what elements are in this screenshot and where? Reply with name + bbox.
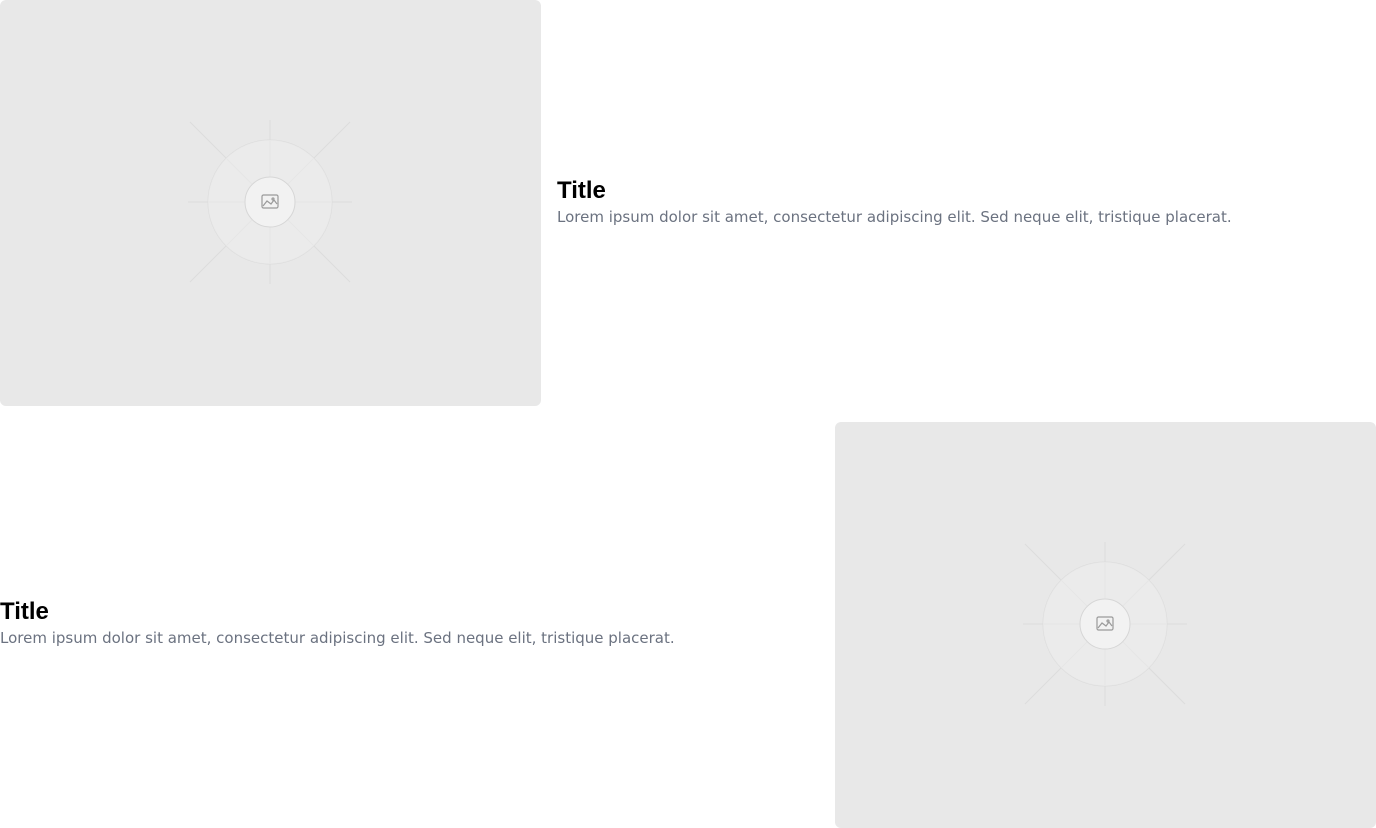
item-title: Title <box>0 598 49 625</box>
item-description: Lorem ipsum dolor sit amet, consectetur … <box>0 629 675 647</box>
item-text: Title Lorem ipsum dolor sit amet, consec… <box>0 597 675 649</box>
item-description: Lorem ipsum dolor sit amet, consectetur … <box>557 208 1232 226</box>
image-placeholder-graphic <box>188 120 352 284</box>
item-title: Title <box>557 177 606 204</box>
item-text: Title Lorem ipsum dolor sit amet, consec… <box>557 176 1232 228</box>
image-placeholder <box>0 0 541 406</box>
image-placeholder <box>835 422 1376 828</box>
image-placeholder-graphic <box>1023 542 1187 706</box>
